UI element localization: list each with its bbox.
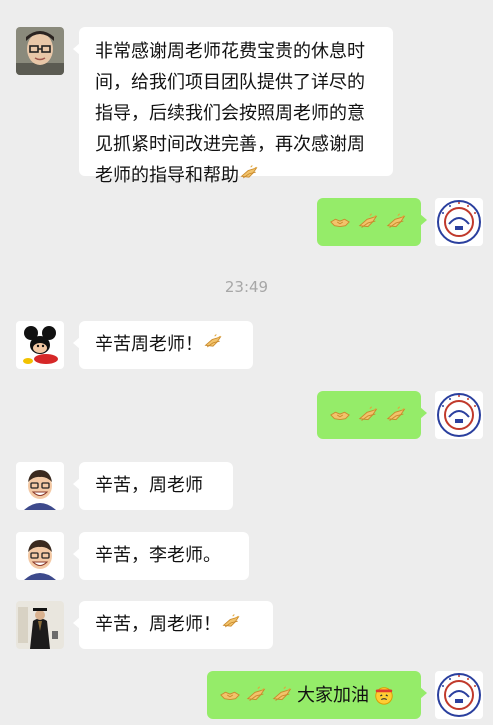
message-text: 辛苦，周老师！ [95, 614, 221, 635]
avatar-university-logo[interactable] [435, 391, 483, 439]
message-timestamp: 23:49 [224, 278, 269, 296]
mickey-mouse-icon [16, 321, 64, 369]
avatar-mickey-mouse[interactable] [16, 321, 64, 369]
message-text: 大家加油 [297, 684, 369, 706]
message-text-line: 间，给我们项目团队提供了详尽的 [95, 72, 365, 93]
university-logo-icon [435, 391, 483, 439]
avatar-university-logo[interactable] [435, 198, 483, 246]
glasses-man-photo-icon [16, 27, 64, 75]
avatar-university-logo[interactable] [435, 671, 483, 719]
message-bubble-incoming[interactable]: 辛苦，周老师 [73, 462, 233, 510]
clap-hands-icon [203, 332, 223, 352]
emoji-text-group: 大家加油 [219, 671, 409, 719]
handshake-icon [329, 211, 351, 233]
message-text: 辛苦，周老师 [95, 475, 203, 496]
avatar-glasses-man[interactable] [16, 27, 64, 75]
university-logo-icon [435, 671, 483, 719]
clap-hands-icon [271, 684, 293, 706]
handshake-icon [219, 684, 241, 706]
clap-hands-icon [385, 211, 407, 233]
message-text-line: 老师的指导和帮助 [95, 165, 239, 186]
clap-hands-icon [221, 612, 241, 632]
emoji-group [329, 391, 409, 439]
message-bubble-incoming[interactable]: 非常感谢周老师花费宝贵的休息时 间，给我们项目团队提供了详尽的 指导，后续我们会… [73, 27, 393, 186]
message-bubble-incoming[interactable]: 辛苦周老师！ [73, 321, 253, 369]
clap-hands-icon [245, 684, 267, 706]
avatar-cartoon-man[interactable] [16, 462, 64, 510]
message-text: 辛苦，李老师。 [95, 545, 221, 566]
message-bubble-outgoing[interactable] [317, 198, 427, 246]
message-last-line: 老师的指导和帮助 [95, 160, 377, 191]
message-text-line: 见抓紧时间改进完善，再次感谢周 [95, 134, 365, 155]
message-text: 辛苦周老师！ [95, 334, 203, 355]
fighting-face-icon [373, 684, 395, 706]
message-text-line: 指导，后续我们会按照周老师的意 [95, 103, 365, 124]
avatar-graduate-figure[interactable] [16, 601, 64, 649]
emoji-group [329, 198, 409, 246]
clap-hands-icon [239, 163, 259, 183]
message-bubble-outgoing[interactable] [317, 391, 427, 439]
handshake-icon [329, 404, 351, 426]
chat-history[interactable]: 非常感谢周老师花费宝贵的休息时 间，给我们项目团队提供了详尽的 指导，后续我们会… [0, 0, 493, 725]
avatar-cartoon-man[interactable] [16, 532, 64, 580]
clap-hands-icon [385, 404, 407, 426]
message-bubble-incoming[interactable]: 辛苦，周老师！ [73, 601, 273, 649]
clap-hands-icon [357, 211, 379, 233]
clap-hands-icon [357, 404, 379, 426]
university-logo-icon [435, 198, 483, 246]
message-bubble-incoming[interactable]: 辛苦，李老师。 [73, 532, 249, 580]
message-bubble-outgoing[interactable]: 大家加油 [207, 671, 427, 719]
message-text-line: 非常感谢周老师花费宝贵的休息时 [95, 41, 365, 62]
graduate-figure-icon [16, 601, 64, 649]
cartoon-man-icon [16, 462, 64, 510]
cartoon-man-icon [16, 532, 64, 580]
